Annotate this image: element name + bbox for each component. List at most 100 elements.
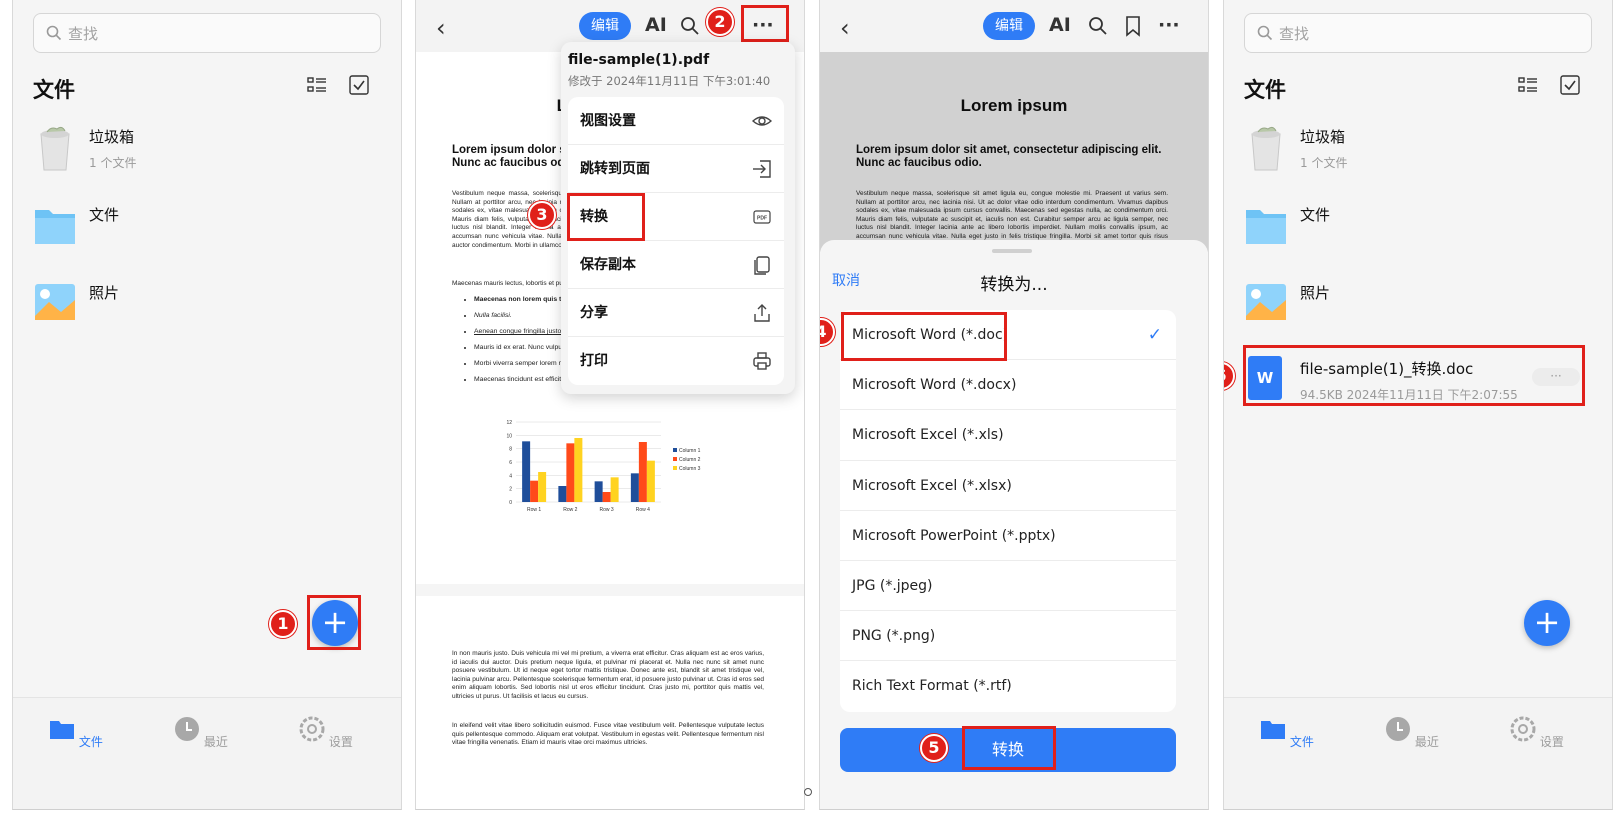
tab-label: 文件 [1289, 735, 1314, 749]
item-name: 照片 [1300, 284, 1331, 302]
y-tick-label: 4 [509, 473, 512, 479]
search-placeholder: 查找 [1279, 24, 1310, 43]
folder-icon [35, 210, 75, 244]
y-tick-label: 10 [506, 433, 512, 439]
search-icon[interactable] [680, 16, 700, 36]
photo-folder-icon [1246, 284, 1286, 320]
legend-label: Column 2 [679, 457, 701, 463]
option-pptx[interactable]: Microsoft PowerPoint (*.pptx) [840, 511, 1176, 561]
file-list-panel: 查找 文件 垃圾箱 1 个文件 文件 照片 + 1 文件 最近 设置 [12, 0, 402, 810]
list-item-files[interactable]: 文件 [33, 202, 373, 262]
option-xlsx[interactable]: Microsoft Excel (*.xlsx) [840, 461, 1176, 511]
menu-label: 跳转到页面 [580, 161, 650, 177]
tab-settings[interactable]: 设置 [296, 716, 356, 750]
option-label: PNG (*.png) [852, 628, 936, 645]
section-title: 文件 [33, 78, 75, 102]
menu-item-print[interactable]: 打印 [568, 337, 784, 385]
add-button[interactable]: + [1524, 600, 1570, 646]
menu-label: 视图设置 [580, 113, 636, 129]
item-count: 1 个文件 [1300, 156, 1348, 170]
list-item-trash[interactable]: 垃圾箱 1 个文件 [33, 124, 373, 184]
svg-text:PDF: PDF [757, 216, 767, 222]
select-checkbox-icon[interactable] [348, 74, 370, 96]
result-file-list-panel: 查找 文件 垃圾箱 1 个文件 文件 照片 W file-sample(1)_转… [1223, 0, 1613, 810]
doc-body-p2: In non mauris justo. Duis vehicula mi ve… [452, 650, 764, 700]
step-badge: 1 [269, 610, 297, 638]
bar [610, 477, 619, 502]
search-icon [46, 25, 62, 41]
menu-modified: 修改于 2024年11月11日 下午3:01:40 [568, 74, 771, 88]
menu-item-go-to-page[interactable]: 跳转到页面 [568, 145, 784, 193]
section-title: 文件 [1244, 78, 1286, 102]
ai-button[interactable]: AI [645, 14, 667, 36]
highlight-box [962, 726, 1056, 770]
list-item-photos[interactable]: 照片 [33, 280, 373, 340]
legend-swatch [673, 466, 677, 470]
tab-recent[interactable]: 最近 [1382, 716, 1442, 750]
menu-label: 打印 [580, 353, 608, 369]
share-icon [754, 304, 770, 322]
x-tick-label: Row 3 [600, 507, 614, 513]
search-placeholder: 查找 [68, 24, 99, 43]
list-item-photos[interactable]: 照片 [1244, 280, 1584, 340]
menu-item-save-copy[interactable]: 保存副本 [568, 241, 784, 289]
tab-settings[interactable]: 设置 [1507, 716, 1567, 750]
list-item-files[interactable]: 文件 [1244, 202, 1584, 262]
option-label: Microsoft Excel (*.xls) [852, 427, 1004, 444]
more-button[interactable]: ··· [1158, 14, 1180, 36]
doc-body-p2b: In eleifend velit vitae libero sollicitu… [452, 722, 764, 747]
item-name: 文件 [1300, 206, 1331, 224]
tab-files[interactable]: 文件 [1257, 716, 1317, 750]
edit-button[interactable]: 编辑 [579, 12, 631, 40]
tab-label: 最近 [203, 735, 228, 749]
option-docx[interactable]: Microsoft Word (*.docx) [840, 360, 1176, 411]
bar [574, 438, 583, 502]
list-item-trash[interactable]: 垃圾箱 1 个文件 [1244, 124, 1584, 184]
tab-recent[interactable]: 最近 [171, 716, 231, 750]
ai-button[interactable]: AI [1049, 14, 1071, 36]
legend-swatch [673, 457, 677, 461]
menu-item-view-settings[interactable]: 视图设置 [568, 97, 784, 145]
search-input[interactable]: 查找 [1244, 13, 1592, 53]
search-icon[interactable] [1088, 16, 1108, 36]
bar [558, 486, 567, 502]
bar [522, 441, 531, 502]
list-view-icon[interactable] [1517, 74, 1539, 96]
legend-label: Column 3 [679, 466, 701, 472]
y-tick-label: 0 [509, 500, 512, 506]
pdf-page-2: In non mauris justo. Duis vehicula mi ve… [416, 596, 804, 809]
item-name: 文件 [89, 206, 120, 224]
back-icon[interactable]: ‹ [840, 14, 850, 42]
step-badge: 3 [528, 201, 556, 229]
search-input[interactable]: 查找 [33, 13, 381, 53]
option-jpeg[interactable]: JPG (*.jpeg) [840, 561, 1176, 612]
item-count: 1 个文件 [89, 156, 137, 170]
bar [530, 480, 539, 502]
trash-bin-icon [1251, 126, 1281, 171]
pdf-viewer-panel: Lorem ipsum Lorem ipsum dolor sit amet, … [415, 0, 805, 810]
trash-bin-icon [40, 126, 70, 171]
sheet-title: 转换为... [980, 275, 1048, 295]
list-view-icon[interactable] [306, 74, 328, 96]
menu-item-share[interactable]: 分享 [568, 289, 784, 337]
tab-files[interactable]: 文件 [46, 716, 106, 750]
bookmark-icon[interactable] [1124, 15, 1142, 37]
back-icon[interactable]: ‹ [436, 14, 446, 42]
search-icon [1257, 25, 1273, 41]
option-xls[interactable]: Microsoft Excel (*.xls) [840, 410, 1176, 461]
y-tick-label: 8 [509, 447, 512, 453]
go-to-page-icon [753, 160, 771, 178]
option-png[interactable]: PNG (*.png) [840, 611, 1176, 662]
sheet-handle[interactable] [992, 249, 1032, 253]
item-name: 垃圾箱 [89, 128, 135, 146]
folder-tab-icon [1261, 721, 1286, 739]
bar [566, 443, 575, 502]
bar [638, 442, 647, 502]
highlight-box [307, 595, 361, 650]
edit-button[interactable]: 编辑 [983, 12, 1035, 40]
option-label: Rich Text Format (*.rtf) [852, 678, 1012, 695]
bar [602, 492, 611, 502]
select-checkbox-icon[interactable] [1559, 74, 1581, 96]
y-tick-label: 12 [506, 420, 512, 426]
option-rtf[interactable]: Rich Text Format (*.rtf) [840, 661, 1176, 711]
